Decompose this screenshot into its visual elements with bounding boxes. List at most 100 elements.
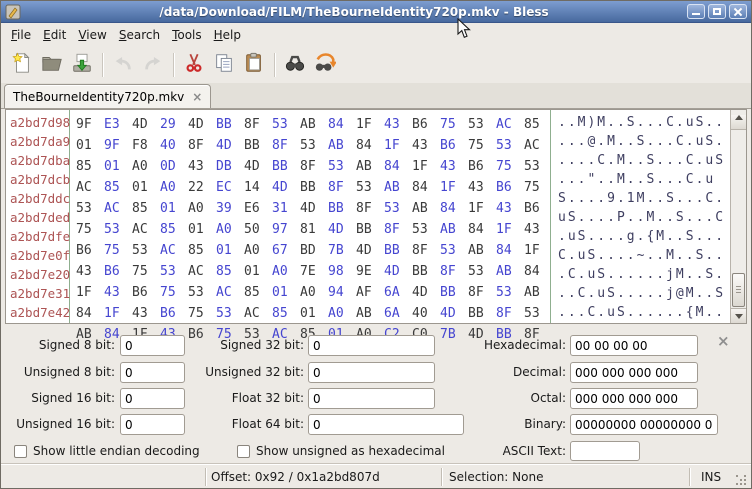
- resize-grip[interactable]: [736, 475, 748, 487]
- hex-byte[interactable]: B6: [160, 304, 188, 323]
- hex-byte[interactable]: 53: [440, 241, 468, 260]
- hex-byte[interactable]: 53: [328, 157, 356, 176]
- ascii-row[interactable]: ..C.uS.....j@M..S: [558, 284, 730, 303]
- hex-byte[interactable]: 22: [188, 178, 216, 197]
- hex-byte[interactable]: BB: [412, 262, 440, 281]
- hex-byte[interactable]: BB: [272, 157, 300, 176]
- hex-byte[interactable]: 8F: [272, 136, 300, 155]
- hex-byte[interactable]: 43: [132, 304, 160, 323]
- scroll-up-button[interactable]: [731, 115, 746, 130]
- ascii-row[interactable]: ..M)M..S...C.uS..: [558, 113, 730, 132]
- hex-byte[interactable]: 84: [496, 241, 524, 260]
- hex-byte[interactable]: 40: [412, 304, 440, 323]
- toolbar-find-button[interactable]: [280, 51, 310, 79]
- hex-byte[interactable]: 84: [76, 304, 104, 323]
- hex-byte[interactable]: B6: [132, 283, 160, 302]
- hex-byte[interactable]: 43: [188, 157, 216, 176]
- hex-byte[interactable]: A0: [160, 178, 188, 197]
- menu-search[interactable]: Search: [113, 25, 166, 45]
- hex-byte[interactable]: 53: [188, 283, 216, 302]
- hex-byte[interactable]: AB: [524, 283, 552, 302]
- hex-byte[interactable]: AC: [104, 199, 132, 218]
- hex-byte[interactable]: A0: [132, 157, 160, 176]
- hex-byte[interactable]: 39: [216, 199, 244, 218]
- hex-byte[interactable]: 4D: [412, 283, 440, 302]
- hex-byte[interactable]: AB: [356, 157, 384, 176]
- toolbar-paste-button[interactable]: [239, 51, 269, 79]
- hex-byte[interactable]: B6: [412, 115, 440, 134]
- hex-byte[interactable]: 1F: [356, 115, 384, 134]
- hex-byte[interactable]: AC: [76, 178, 104, 197]
- ascii-row[interactable]: uS....P..M..S...C: [558, 208, 730, 227]
- hex-byte[interactable]: 8F: [328, 178, 356, 197]
- hex-byte[interactable]: 01: [160, 199, 188, 218]
- toolbar-cut-button[interactable]: [179, 51, 209, 79]
- hex-byte[interactable]: 85: [244, 283, 272, 302]
- ascii-row[interactable]: C.uS....~..M..S..: [558, 246, 730, 265]
- hex-byte[interactable]: 75: [160, 283, 188, 302]
- hex-byte[interactable]: A0: [272, 262, 300, 281]
- hex-byte[interactable]: 01: [216, 241, 244, 260]
- ascii-row[interactable]: S....9.1M..S...C.: [558, 189, 730, 208]
- hex-byte[interactable]: 43: [468, 178, 496, 197]
- hex-byte[interactable]: 01: [132, 178, 160, 197]
- ascii-row[interactable]: .C.uS......jM..S.: [558, 265, 730, 284]
- hex-byte[interactable]: 4D: [440, 304, 468, 323]
- hex-byte[interactable]: 81: [300, 220, 328, 239]
- hex-byte[interactable]: 4D: [216, 136, 244, 155]
- hex-byte[interactable]: 01: [76, 136, 104, 155]
- toolbar-copy-button[interactable]: [209, 51, 239, 79]
- toolbar-redo-button[interactable]: [138, 51, 168, 79]
- hex-byte[interactable]: 53: [160, 262, 188, 281]
- hex-byte[interactable]: 85: [272, 304, 300, 323]
- hex-byte[interactable]: 8F: [384, 220, 412, 239]
- hex-byte[interactable]: 43: [104, 283, 132, 302]
- hex-byte[interactable]: 97: [272, 220, 300, 239]
- hex-byte[interactable]: A0: [188, 199, 216, 218]
- hex-byte[interactable]: 8F: [412, 241, 440, 260]
- hex-byte[interactable]: 4D: [356, 241, 384, 260]
- toolbar-find-and-replace-button[interactable]: [310, 51, 340, 79]
- hex-byte[interactable]: 6A: [384, 283, 412, 302]
- hex-byte[interactable]: 31: [272, 199, 300, 218]
- hex-byte[interactable]: 53: [76, 199, 104, 218]
- hex-byte[interactable]: B6: [440, 136, 468, 155]
- menu-help[interactable]: Help: [208, 25, 247, 45]
- hex-byte[interactable]: 85: [104, 178, 132, 197]
- hex-byte[interactable]: A0: [300, 283, 328, 302]
- hex-byte[interactable]: EC: [216, 178, 244, 197]
- hex-byte[interactable]: 4D: [384, 262, 412, 281]
- hex-byte[interactable]: 43: [440, 157, 468, 176]
- hex-byte[interactable]: 84: [412, 178, 440, 197]
- toolbar-undo-button[interactable]: [108, 51, 138, 79]
- ascii-row[interactable]: ...@.M..S...C.uS.: [558, 132, 730, 151]
- hex-byte[interactable]: A0: [328, 304, 356, 323]
- minimize-button[interactable]: [687, 4, 705, 19]
- hex-byte[interactable]: 85: [132, 199, 160, 218]
- hex-byte[interactable]: 1F: [412, 157, 440, 176]
- hex-byte[interactable]: 85: [524, 115, 552, 134]
- hex-byte[interactable]: AC: [496, 115, 524, 134]
- toolbar-new-file-button[interactable]: [7, 51, 37, 79]
- hex-byte[interactable]: 43: [412, 136, 440, 155]
- hex-byte[interactable]: 9F: [76, 115, 104, 134]
- hex-byte[interactable]: AC: [132, 220, 160, 239]
- hex-byte[interactable]: 67: [272, 241, 300, 260]
- hex-byte[interactable]: 4D: [132, 115, 160, 134]
- hex-byte[interactable]: 40: [160, 136, 188, 155]
- hex-byte[interactable]: 1F: [104, 304, 132, 323]
- hex-byte[interactable]: 75: [132, 262, 160, 281]
- hex-byte[interactable]: 14: [244, 178, 272, 197]
- hex-byte[interactable]: 43: [524, 220, 552, 239]
- hex-byte[interactable]: 43: [76, 262, 104, 281]
- ascii-column[interactable]: ..M)M..S...C.uS.....@.M..S...C.uS.....C.…: [550, 110, 730, 323]
- hex-byte[interactable]: AB: [356, 304, 384, 323]
- hex-byte[interactable]: BB: [468, 304, 496, 323]
- hex-byte[interactable]: 84: [468, 220, 496, 239]
- panel-close-icon[interactable]: ×: [717, 334, 730, 349]
- hex-byte[interactable]: 9F: [104, 136, 132, 155]
- hex-byte[interactable]: 4D: [188, 115, 216, 134]
- ascii-row[interactable]: ....C.M..S...C.uS: [558, 151, 730, 170]
- hex-byte[interactable]: 53: [356, 178, 384, 197]
- hex-byte[interactable]: 8F: [496, 304, 524, 323]
